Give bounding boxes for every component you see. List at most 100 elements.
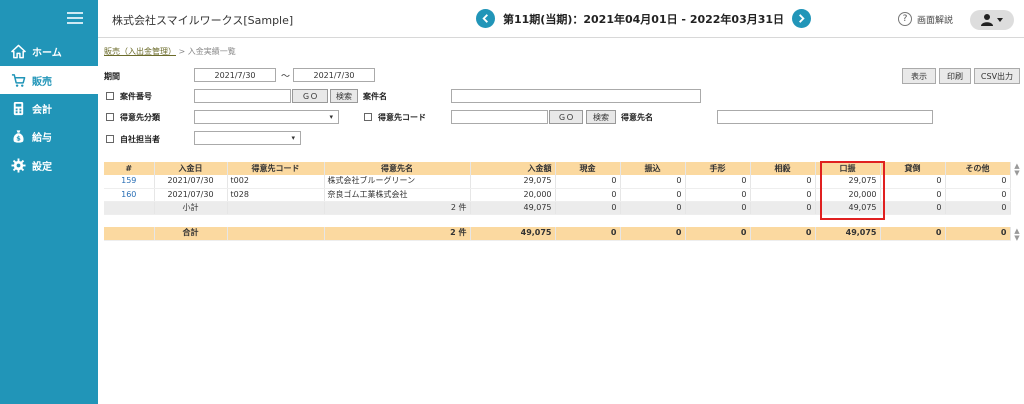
column-header: その他 bbox=[945, 162, 1011, 175]
total-cash: 0 bbox=[555, 227, 621, 241]
total-debit: 49,075 bbox=[815, 227, 881, 241]
svg-text:$: $ bbox=[16, 134, 21, 142]
gear-icon bbox=[10, 157, 26, 173]
customer-go-button[interactable]: ＧＯ bbox=[549, 110, 583, 124]
cell-transfer: 0 bbox=[620, 175, 686, 189]
subtotal-other: 0 bbox=[945, 201, 1011, 215]
subtotal-bad-debt: 0 bbox=[880, 201, 946, 215]
customer-name-label: 得意先名 bbox=[621, 113, 653, 122]
cell-bad-debt: 0 bbox=[880, 188, 946, 202]
question-icon: ? bbox=[898, 12, 912, 26]
cell-date: 2021/07/30 bbox=[154, 175, 228, 189]
column-header: # bbox=[104, 162, 155, 175]
staff-label: 自社担当者 bbox=[120, 135, 160, 144]
subtotal-count: 2 件 bbox=[324, 201, 471, 215]
row-id-link[interactable]: 159 bbox=[121, 176, 136, 185]
sidebar-item-label: 会計 bbox=[32, 104, 52, 116]
column-header: 振込 bbox=[620, 162, 686, 175]
total-other: 0 bbox=[945, 227, 1011, 241]
cell-bill: 0 bbox=[685, 188, 751, 202]
staff-checkbox[interactable] bbox=[106, 135, 114, 143]
column-header: 手形 bbox=[685, 162, 751, 175]
total-transfer: 0 bbox=[620, 227, 686, 241]
customer-category-label: 得意先分類 bbox=[120, 113, 160, 122]
sidebar-item-sales[interactable]: 販売 bbox=[0, 66, 98, 94]
display-button[interactable]: 表示 bbox=[902, 68, 936, 84]
help-link[interactable]: ? 画面解説 bbox=[898, 12, 953, 26]
cell-other: 0 bbox=[945, 175, 1011, 189]
sidebar-item-settings[interactable]: 設定 bbox=[0, 151, 98, 179]
cell-bad-debt: 0 bbox=[880, 175, 946, 189]
cell-date: 2021/07/30 bbox=[154, 188, 228, 202]
period-label: 期間 bbox=[104, 72, 120, 81]
staff-select[interactable]: ▾ bbox=[194, 131, 301, 145]
csv-export-button[interactable]: CSV出力 bbox=[974, 68, 1020, 84]
period-from-input[interactable]: 2021/7/30 bbox=[194, 68, 276, 82]
case-go-button[interactable]: ＧＯ bbox=[292, 89, 328, 103]
period-to-input[interactable]: 2021/7/30 bbox=[293, 68, 375, 82]
period-label: 第11期(当期)：2021年04月01日 - 2022年03月31日 bbox=[503, 12, 785, 26]
customer-search-button[interactable]: 検索 bbox=[586, 110, 616, 124]
case-no-label: 案件番号 bbox=[120, 92, 152, 101]
cell-transfer: 0 bbox=[620, 188, 686, 202]
debit-column-highlight bbox=[820, 161, 885, 220]
previous-period-button[interactable] bbox=[476, 9, 495, 28]
cell-offset: 0 bbox=[750, 188, 816, 202]
sidebar-item-accounting[interactable]: 会計 bbox=[0, 94, 98, 122]
case-search-button[interactable]: 検索 bbox=[330, 89, 358, 103]
period-navigator: 第11期(当期)：2021年04月01日 - 2022年03月31日 bbox=[476, 9, 812, 28]
cell-bill: 0 bbox=[685, 175, 751, 189]
money-bag-icon: $ bbox=[10, 128, 26, 144]
company-name: 株式会社スマイルワークス[Sample] bbox=[112, 14, 294, 27]
chevron-down-icon: ▾ bbox=[291, 134, 295, 142]
sidebar-item-payroll[interactable]: $ 給与 bbox=[0, 122, 98, 150]
case-no-checkbox[interactable] bbox=[106, 92, 114, 100]
total-label: 合計 bbox=[154, 227, 228, 241]
next-period-button[interactable] bbox=[792, 9, 812, 28]
breadcrumb-parent-link[interactable]: 販売（入出金管理） bbox=[104, 47, 176, 56]
cell-customer-code: t002 bbox=[227, 175, 325, 189]
cell-customer-name: 株式会社ブルーグリーン bbox=[324, 175, 471, 189]
subtotal-amount: 49,075 bbox=[470, 201, 556, 215]
customer-name-input[interactable] bbox=[717, 110, 933, 124]
column-header: 相殺 bbox=[750, 162, 816, 175]
chevron-left-icon bbox=[482, 14, 488, 23]
breadcrumb-separator: > bbox=[178, 47, 186, 56]
total-table: 合計 2 件 49,075 0 0 0 0 49,075 0 0 bbox=[104, 227, 1011, 241]
chevron-down-icon: ▾ bbox=[329, 113, 333, 121]
sort-arrows-icon[interactable]: ▲ ▼ bbox=[1012, 228, 1022, 242]
print-button[interactable]: 印刷 bbox=[939, 68, 971, 84]
row-id-link[interactable]: 160 bbox=[121, 190, 136, 199]
case-name-input[interactable] bbox=[451, 89, 701, 103]
subtotal-transfer: 0 bbox=[620, 201, 686, 215]
sidebar-item-label: ホーム bbox=[32, 47, 62, 59]
column-header: 得意先コード bbox=[227, 162, 325, 175]
cell-other: 0 bbox=[945, 188, 1011, 202]
hamburger-menu-icon[interactable] bbox=[67, 12, 83, 24]
cell-cash: 0 bbox=[555, 175, 621, 189]
sidebar-item-home[interactable]: ホーム bbox=[0, 37, 98, 65]
sidebar-item-label: 給与 bbox=[32, 132, 52, 144]
cell-cash: 0 bbox=[555, 188, 621, 202]
home-icon bbox=[10, 43, 26, 59]
case-name-label: 案件名 bbox=[363, 92, 387, 101]
customer-category-select[interactable]: ▾ bbox=[194, 110, 339, 124]
column-header: 入金日 bbox=[154, 162, 228, 175]
user-menu-button[interactable] bbox=[970, 10, 1014, 30]
sidebar-item-label: 販売 bbox=[32, 76, 52, 88]
cell-amount: 20,000 bbox=[470, 188, 556, 202]
column-header: 貸倒 bbox=[880, 162, 946, 175]
subtotal-offset: 0 bbox=[750, 201, 816, 215]
total-offset: 0 bbox=[750, 227, 816, 241]
cell-offset: 0 bbox=[750, 175, 816, 189]
cell-customer-name: 奈良ゴム工業株式会社 bbox=[324, 188, 471, 202]
period-tilde: ～ bbox=[281, 72, 291, 82]
customer-code-checkbox[interactable] bbox=[364, 113, 372, 121]
sort-arrows-icon[interactable]: ▲ ▼ bbox=[1012, 163, 1022, 177]
customer-code-input[interactable] bbox=[451, 110, 548, 124]
customer-category-checkbox[interactable] bbox=[106, 113, 114, 121]
chevron-right-icon bbox=[799, 14, 805, 23]
sidebar-item-label: 設定 bbox=[32, 161, 52, 173]
case-no-input[interactable] bbox=[194, 89, 291, 103]
chevron-down-icon bbox=[997, 18, 1003, 22]
